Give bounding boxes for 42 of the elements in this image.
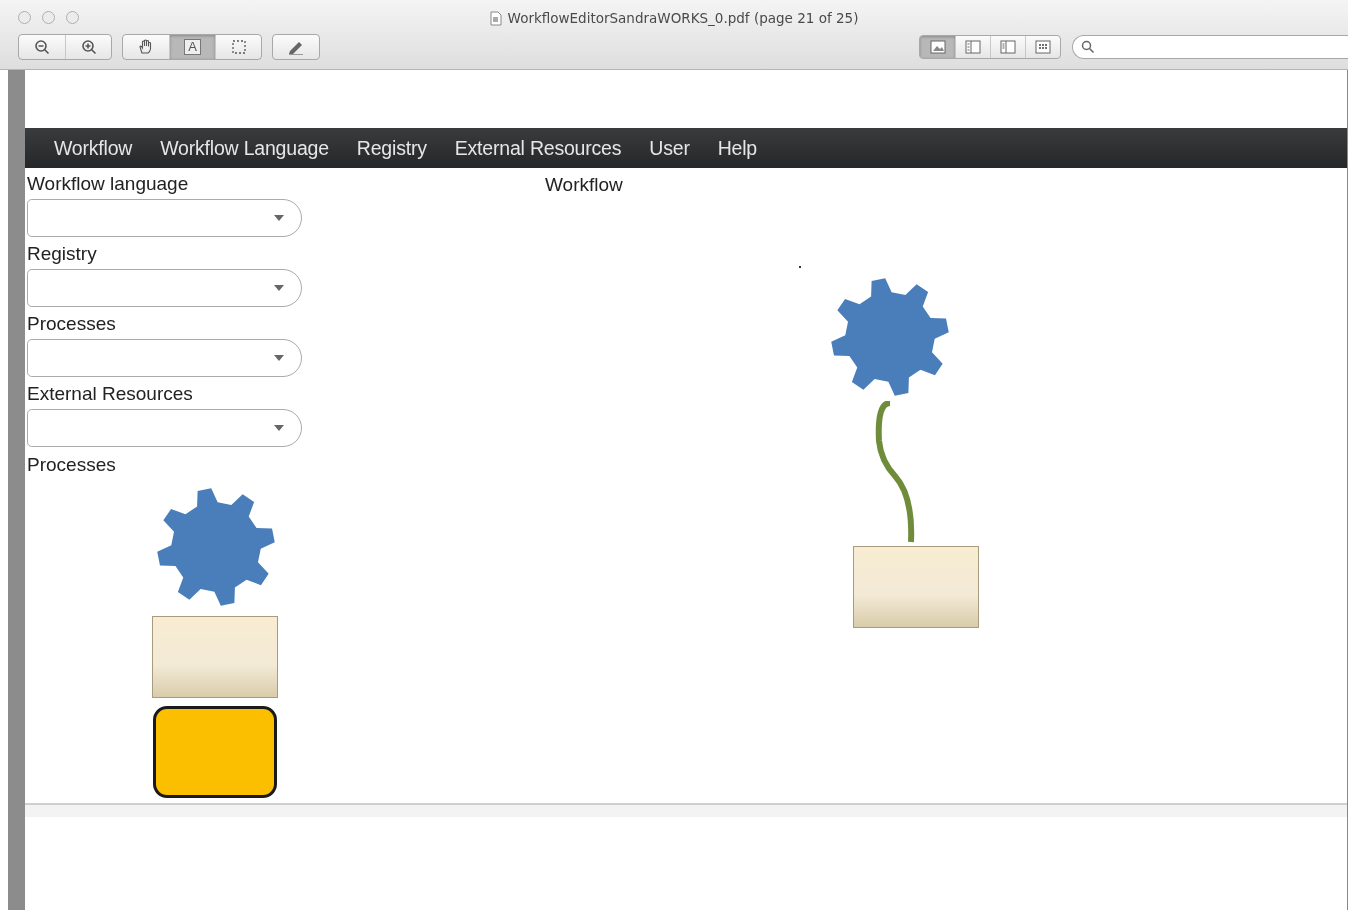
canvas-title: Workflow: [545, 174, 623, 196]
menu-item[interactable]: Workflow: [40, 136, 147, 160]
menu-item[interactable]: Registry: [342, 136, 441, 160]
selection-icon: [230, 39, 247, 55]
grid-icon: [1035, 40, 1051, 54]
zoom-in-icon: [80, 39, 97, 55]
field-label: Processes: [27, 313, 117, 335]
field-label: External Resources: [27, 383, 194, 405]
tool-button[interactable]: A: [169, 35, 215, 59]
dropdown-arrow-icon: [274, 355, 284, 361]
dropdown-arrow-icon: [274, 425, 284, 431]
view-mode-button[interactable]: [920, 36, 955, 58]
close-button[interactable]: [18, 10, 31, 24]
rounded-box[interactable]: [153, 706, 277, 798]
window-title: WorkflowEditorSandraWORKS_0.pdf (page 21 of 25): [507, 10, 859, 26]
gear-icon: [155, 486, 277, 608]
field-label: Workflow language: [27, 173, 190, 195]
dropdown-arrow-icon: [274, 215, 284, 221]
document-icon: [489, 10, 502, 26]
dropdown-field[interactable]: [27, 409, 302, 447]
search-field[interactable]: [1072, 35, 1348, 59]
minimize-button[interactable]: [42, 10, 55, 24]
menu-item[interactable]: External Resources: [440, 136, 636, 160]
sidebar-layout-icon: [965, 40, 981, 54]
zoom-out-icon: [34, 39, 50, 55]
menu-item[interactable]: Workflow Language: [146, 136, 343, 160]
zoom-button[interactable]: [66, 10, 79, 24]
menu-item[interactable]: Help: [703, 136, 771, 160]
dropdown-field[interactable]: [27, 269, 302, 307]
dropdown-field[interactable]: [27, 339, 302, 377]
pencil-icon: [287, 39, 305, 55]
menu-item[interactable]: User: [635, 136, 704, 160]
dropdown-arrow-icon: [274, 285, 284, 291]
search-icon: [1081, 40, 1095, 54]
dropdown-field[interactable]: [27, 199, 302, 237]
field-label: Registry: [27, 243, 98, 265]
process-box[interactable]: [152, 616, 278, 698]
process-box[interactable]: [853, 546, 979, 628]
picture-frame-icon: [929, 40, 946, 54]
text-tool-label: A: [184, 39, 201, 55]
sidebar-layout-icon: [1000, 40, 1016, 54]
palette-title: Processes: [27, 454, 117, 476]
